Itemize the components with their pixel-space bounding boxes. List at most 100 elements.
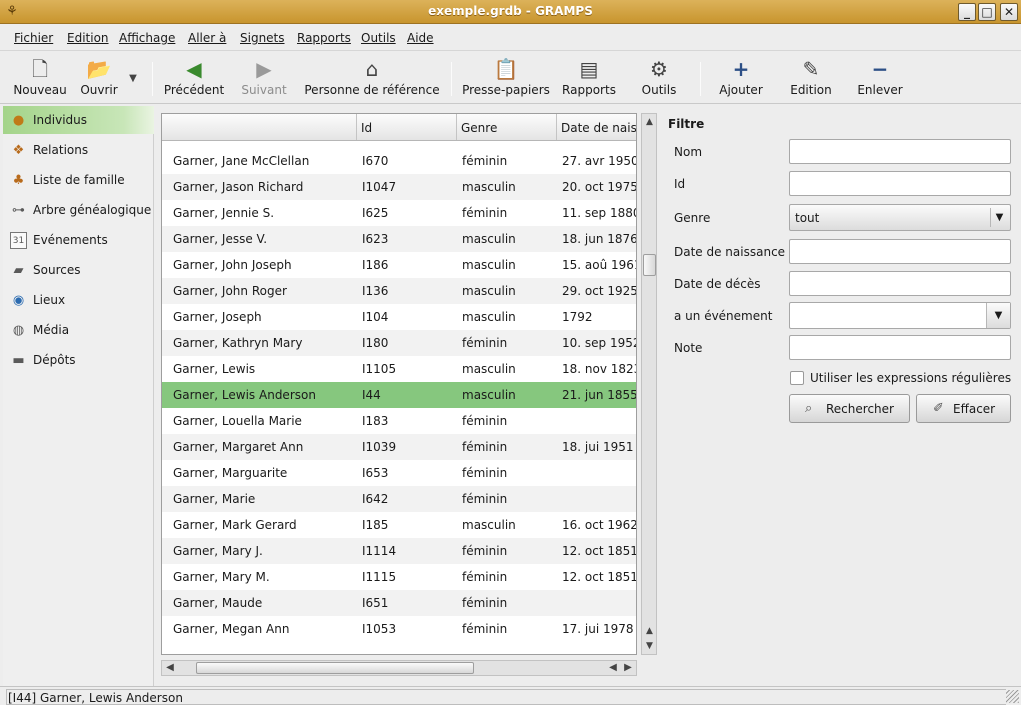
table-row[interactable]: [162, 141, 636, 148]
table-row[interactable]: [162, 642, 636, 654]
sidebar-item-depots[interactable]: ▬ Dépôts: [3, 346, 154, 374]
table-row[interactable]: Garner, Margaret Ann I1039 féminin 18. jui …: [162, 434, 636, 460]
cell-genre: masculin: [462, 310, 516, 324]
relations-icon: ❖: [12, 143, 25, 158]
genre-select[interactable]: tout ▼: [789, 204, 1011, 231]
menu-rapports[interactable]: Rapports: [297, 31, 351, 45]
table-row[interactable]: Garner, Jane McClellan I670 féminin 27. avr…: [162, 148, 636, 174]
table-row[interactable]: Garner, Jesse V. I623 masculin 18. jun 1876: [162, 226, 636, 252]
ajouter-button[interactable]: + Ajouter: [716, 56, 766, 102]
list-horizontal-scrollbar[interactable]: ◀ ◀ ▶: [161, 660, 637, 676]
edition-button[interactable]: ✎ Edition: [788, 56, 834, 102]
id-field[interactable]: [789, 171, 1011, 196]
table-row-selected[interactable]: Garner, Lewis Anderson I44 masculin 21. jun…: [162, 382, 636, 408]
minimize-button[interactable]: _: [958, 3, 976, 21]
cell-name: Garner, Joseph: [173, 310, 262, 324]
presse-papiers-button[interactable]: 📋 Presse-papiers: [460, 56, 552, 102]
cell-name: Garner, Maude: [173, 596, 263, 610]
enlever-button[interactable]: − Enlever: [855, 56, 905, 102]
column-header-id[interactable]: Id: [357, 114, 457, 140]
close-button[interactable]: ✕: [1000, 3, 1018, 21]
regex-checkbox[interactable]: [790, 371, 804, 385]
chevron-down-icon[interactable]: ▼: [986, 303, 1010, 328]
nom-field[interactable]: [789, 139, 1011, 164]
regex-label: Utiliser les expressions régulières: [810, 371, 1012, 385]
minus-icon: −: [871, 57, 889, 81]
sidebar-item-liste-de-famille[interactable]: ♣ Liste de famille: [3, 166, 154, 194]
sidebar-item-individus[interactable]: ● Individus: [3, 106, 154, 134]
people-list[interactable]: Id Genre Date de nais Garner, Jane McCle…: [161, 113, 637, 655]
filter-title: Filtre: [668, 117, 705, 131]
media-icon: ◍: [12, 323, 25, 338]
table-row[interactable]: Garner, Jennie S. I625 féminin 11. sep 1880: [162, 200, 636, 226]
column-header-name[interactable]: [162, 114, 357, 140]
table-row[interactable]: Garner, Marguarite I653 féminin: [162, 460, 636, 486]
scroll-down-icon[interactable]: ▼: [643, 639, 656, 653]
genre-selected-value: tout: [795, 211, 820, 225]
vertical-scroll-thumb[interactable]: [643, 254, 656, 276]
cell-id: I1047: [362, 180, 397, 194]
sidebar-item-evenements[interactable]: 31 Evénements: [3, 226, 154, 254]
table-row[interactable]: Garner, Kathryn Mary I180 féminin 10. sep 1…: [162, 330, 636, 356]
scroll-left-icon[interactable]: ◀: [606, 661, 620, 675]
outils-button[interactable]: ⚙ Outils: [637, 56, 681, 102]
table-row[interactable]: Garner, Mary J. I1114 féminin 12. oct 1851: [162, 538, 636, 564]
scroll-up-icon[interactable]: ▲: [643, 115, 656, 129]
column-header-date-de-naissance[interactable]: Date de nais: [557, 114, 636, 140]
cell-id: I1115: [362, 570, 397, 584]
rechercher-button[interactable]: ⌕ Rechercher: [789, 394, 910, 423]
column-header-genre[interactable]: Genre: [457, 114, 557, 140]
sidebar-item-sources[interactable]: ▰ Sources: [3, 256, 154, 284]
cell-genre: féminin: [462, 336, 508, 350]
personne-reference-button[interactable]: ⌂ Personne de référence: [302, 56, 442, 102]
table-row[interactable]: Garner, Jason Richard I1047 masculin 20. oc…: [162, 174, 636, 200]
table-row[interactable]: Garner, Megan Ann I1053 féminin 17. jui 197…: [162, 616, 636, 642]
date-de-naissance-field[interactable]: [789, 239, 1011, 264]
list-header: Id Genre Date de nais: [162, 114, 636, 141]
sidebar-item-arbre-genealogique[interactable]: ⊶ Arbre généalogique: [3, 196, 154, 224]
sidebar-item-relations[interactable]: ❖ Relations: [3, 136, 154, 164]
resize-grip-icon[interactable]: [1006, 690, 1019, 703]
sidebar-item-media[interactable]: ◍ Média: [3, 316, 154, 344]
menu-edition[interactable]: Edition: [67, 31, 109, 45]
cell-name: Garner, Jennie S.: [173, 206, 275, 220]
menu-aide[interactable]: Aide: [407, 31, 434, 45]
table-row[interactable]: Garner, John Joseph I186 masculin 15. aoû 1…: [162, 252, 636, 278]
a-un-evenement-combo[interactable]: ▼: [789, 302, 1011, 329]
ouvrir-button[interactable]: 📂 Ouvrir: [76, 56, 122, 102]
suivant-button[interactable]: ▶ Suivant: [238, 56, 290, 102]
status-text: [I44] Garner, Lewis Anderson: [6, 689, 1006, 705]
scroll-right-icon[interactable]: ▶: [621, 661, 635, 675]
list-rows: Garner, Jane McClellan I670 féminin 27. avr…: [162, 141, 636, 654]
table-row[interactable]: Garner, Marie I642 féminin: [162, 486, 636, 512]
cell-genre: masculin: [462, 258, 516, 272]
sidebar-item-lieux[interactable]: ◉ Lieux: [3, 286, 154, 314]
nom-label: Nom: [674, 145, 703, 159]
table-row[interactable]: Garner, Mark Gerard I185 masculin 16. oct 1…: [162, 512, 636, 538]
note-field[interactable]: [789, 335, 1011, 360]
horizontal-scroll-thumb[interactable]: [196, 662, 474, 674]
table-row[interactable]: Garner, Lewis I1105 masculin 18. nov 1823: [162, 356, 636, 382]
cell-id: I180: [362, 336, 389, 350]
cell-genre: féminin: [462, 492, 508, 506]
precedent-button[interactable]: ◀ Précédent: [162, 56, 226, 102]
menu-signets[interactable]: Signets: [240, 31, 285, 45]
menu-outils[interactable]: Outils: [361, 31, 396, 45]
table-row[interactable]: Garner, John Roger I136 masculin 29. oct 19…: [162, 278, 636, 304]
scroll-left-icon[interactable]: ◀: [163, 661, 177, 675]
menu-affichage[interactable]: Affichage: [119, 31, 175, 45]
menu-aller-a[interactable]: Aller à: [188, 31, 226, 45]
menu-fichier[interactable]: Fichier: [14, 31, 53, 45]
scroll-up-icon[interactable]: ▲: [643, 624, 656, 638]
table-row[interactable]: Garner, Joseph I104 masculin 1792: [162, 304, 636, 330]
rapports-button[interactable]: ▤ Rapports: [562, 56, 616, 102]
cell-id: I44: [362, 388, 381, 402]
list-vertical-scrollbar[interactable]: ▲ ▲ ▼: [641, 113, 657, 655]
table-row[interactable]: Garner, Maude I651 féminin: [162, 590, 636, 616]
effacer-button[interactable]: ✐ Effacer: [916, 394, 1011, 423]
nouveau-button[interactable]: 🗋 Nouveau: [12, 56, 68, 102]
maximize-button[interactable]: □: [978, 3, 996, 21]
table-row[interactable]: Garner, Louella Marie I183 féminin: [162, 408, 636, 434]
table-row[interactable]: Garner, Mary M. I1115 féminin 12. oct 1851: [162, 564, 636, 590]
date-de-deces-field[interactable]: [789, 271, 1011, 296]
